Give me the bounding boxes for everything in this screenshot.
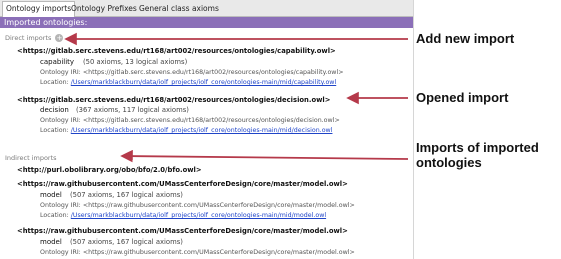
annotation-add-new-import: Add new import	[416, 31, 515, 46]
annotation-opened-import: Opened import	[416, 90, 509, 105]
arrow-imports-of-imported	[120, 149, 409, 163]
annotation-imports-of-imported: Imports of imported ontologies	[416, 140, 539, 170]
annotation-line: Imports of imported	[416, 140, 539, 155]
annotation-line: ontologies	[416, 155, 482, 170]
